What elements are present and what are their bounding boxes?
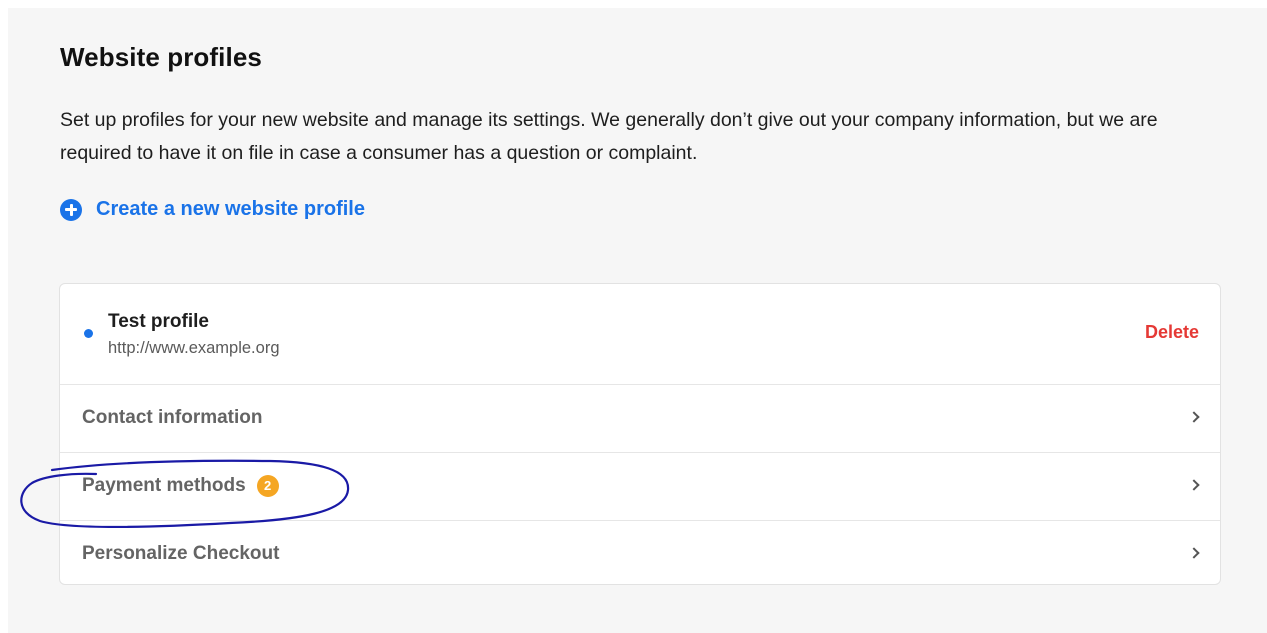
profile-card: Test profile http://www.example.org Dele… [59,283,1221,585]
delete-profile-button[interactable]: Delete [1145,322,1199,343]
section-label: Contact information [82,407,263,428]
profile-url: http://www.example.org [108,339,280,357]
section-row-personalize-checkout[interactable]: Personalize Checkout [60,521,1220,588]
chevron-right-icon [1188,411,1200,423]
section-row-payment-methods[interactable]: Payment methods 2 [60,453,1220,521]
section-label: Payment methods [82,475,246,496]
section-label-wrap: Personalize Checkout [82,543,279,565]
chevron-right-icon [1188,479,1200,491]
create-website-profile-link[interactable]: Create a new website profile [60,198,365,221]
section-label-wrap: Contact information [82,407,263,429]
page-background: Website profiles Set up profiles for you… [8,8,1267,633]
section-row-contact-information[interactable]: Contact information [60,385,1220,453]
create-link-label: Create a new website profile [96,198,365,220]
profile-name: Test profile [108,311,209,332]
page-title: Website profiles [60,42,262,72]
section-label: Personalize Checkout [82,543,280,564]
plus-circle-icon [60,198,82,221]
chevron-right-icon [1188,547,1200,559]
status-dot-icon [84,329,93,338]
profile-header-row: Test profile http://www.example.org Dele… [60,284,1220,385]
section-label-wrap: Payment methods 2 [82,475,279,497]
page-description: Set up profiles for your new website and… [60,109,1158,164]
count-badge: 2 [256,475,279,497]
